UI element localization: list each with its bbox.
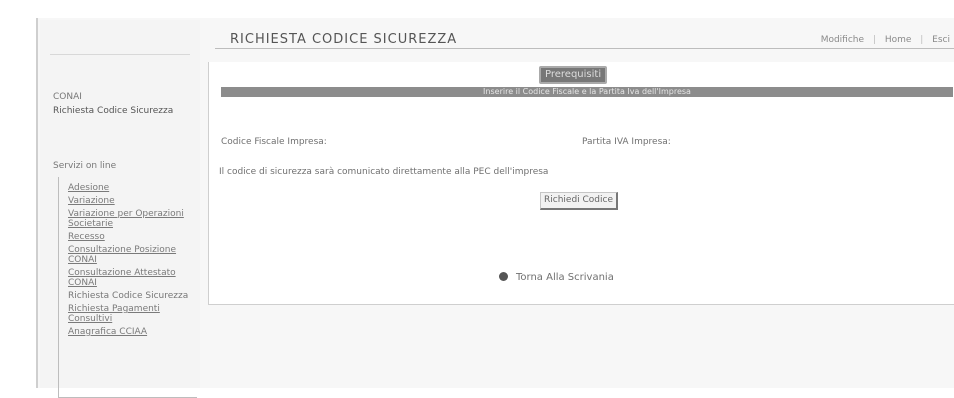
- sidebar-menu: Adesione Variazione Variazione per Opera…: [68, 183, 198, 340]
- back-to-desk-link[interactable]: Torna Alla Scrivania: [499, 271, 614, 283]
- page-header: RICHIESTA CODICE SICUREZZA Modifiche | H…: [215, 26, 954, 50]
- content-panel: Prerequisiti Inserire il Codice Fiscale …: [208, 62, 954, 305]
- instructions-text: Inserire il Codice Fiscale e la Partita …: [483, 87, 691, 96]
- page-title: RICHIESTA CODICE SICUREZZA: [230, 32, 458, 47]
- frame-border: [36, 18, 38, 388]
- sidebar-logo-area: [50, 32, 190, 55]
- sidebar-link-variazione[interactable]: Variazione: [68, 196, 198, 206]
- sidebar-link-consultazione-attestato[interactable]: Consultazione Attestato CONAI: [68, 268, 198, 288]
- top-link-modifiche[interactable]: Modifiche: [821, 35, 864, 45]
- partita-iva-label: Partita IVA Impresa:: [582, 137, 671, 147]
- top-nav-separator: |: [870, 35, 876, 45]
- header-divider: [215, 48, 954, 49]
- back-bullet-icon: [499, 271, 508, 281]
- instructions-bar: Inserire il Codice Fiscale e la Partita …: [221, 87, 953, 97]
- sidebar-link-adesione[interactable]: Adesione: [68, 183, 198, 193]
- request-code-button[interactable]: Richiedi Codice: [540, 192, 619, 210]
- sidebar-service-name: CONAI: [53, 92, 82, 102]
- back-to-desk-label: Torna Alla Scrivania: [516, 272, 614, 283]
- notice-text: Il codice di sicurezza sarà comunicato d…: [219, 167, 549, 177]
- sidebar-section-title: Servizi on line: [53, 161, 117, 171]
- top-nav: Modifiche | Home | Esci: [815, 35, 950, 45]
- sidebar-link-variazione-operazioni-societarie[interactable]: Variazione per Operazioni Societarie: [68, 209, 198, 229]
- sidebar: CONAI Richiesta Codice Sicurezza Servizi…: [40, 20, 200, 398]
- sidebar-link-anagrafica-cciaa[interactable]: Anagrafica CCIAA: [68, 327, 198, 337]
- top-link-esci[interactable]: Esci: [932, 35, 950, 45]
- sidebar-link-recesso[interactable]: Recesso: [68, 232, 198, 242]
- top-nav-separator: |: [917, 35, 924, 45]
- sidebar-link-richiesta-pagamenti[interactable]: Richiesta Pagamenti Consultivi: [68, 304, 198, 324]
- top-link-home[interactable]: Home: [885, 35, 912, 45]
- prerequisites-button[interactable]: Prerequisiti: [539, 66, 608, 84]
- sidebar-link-consultazione-posizione[interactable]: Consultazione Posizione CONAI: [68, 245, 198, 265]
- codice-fiscale-label: Codice Fiscale Impresa:: [221, 137, 327, 147]
- sidebar-link-richiesta-codice-sicurezza[interactable]: Richiesta Codice Sicurezza: [68, 291, 198, 301]
- sidebar-current-page: Richiesta Codice Sicurezza: [53, 106, 174, 116]
